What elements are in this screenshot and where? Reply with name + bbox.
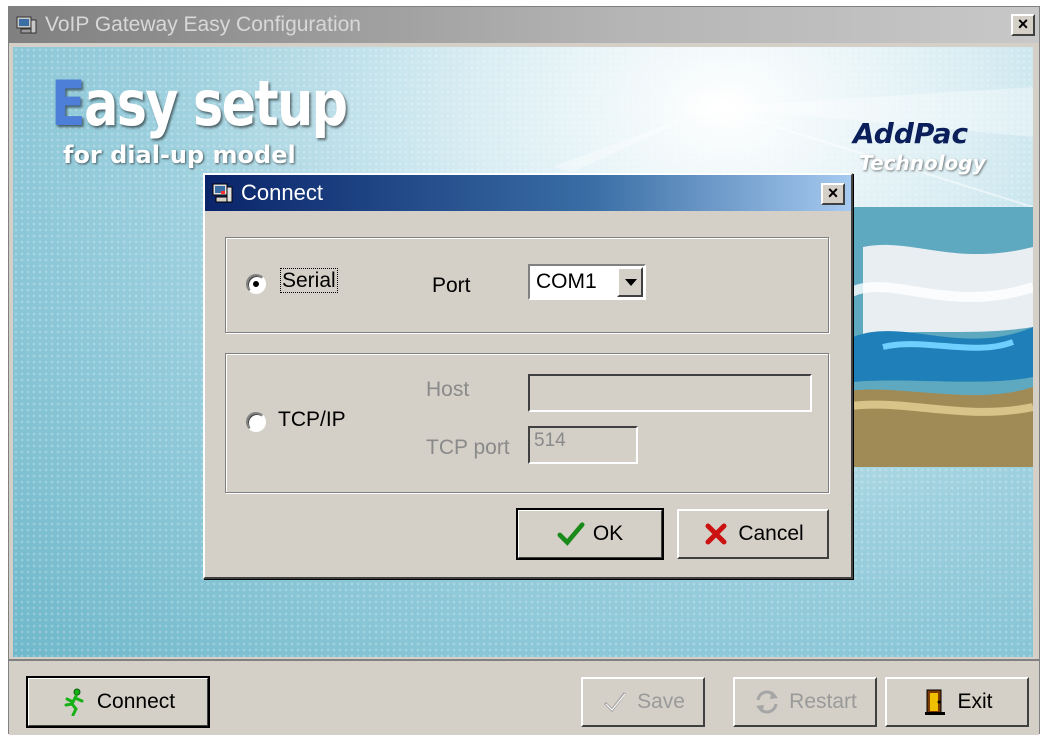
dialog-title-bar[interactable]: Connect × bbox=[205, 175, 851, 211]
app-computer-icon bbox=[15, 15, 37, 35]
serial-group: Serial Port COM1 bbox=[225, 237, 829, 333]
app-window: VoIP Gateway Easy Configuration × Easy s… bbox=[8, 6, 1040, 735]
tcp-port-field[interactable]: 514 bbox=[528, 426, 638, 464]
cancel-button[interactable]: Cancel bbox=[677, 509, 829, 559]
dial-up-model-caption: for dial-up model bbox=[63, 141, 296, 169]
host-label: Host bbox=[426, 378, 470, 401]
tcpip-label[interactable]: TCP/IP bbox=[278, 408, 346, 432]
easy-setup-logo: Easy setup bbox=[51, 67, 348, 140]
x-icon bbox=[702, 520, 730, 548]
dialog-close-button[interactable]: × bbox=[821, 183, 845, 205]
save-checkmark-icon bbox=[601, 688, 629, 716]
exit-button[interactable]: Exit bbox=[885, 677, 1029, 727]
restart-button[interactable]: Restart bbox=[733, 677, 877, 727]
addpac-logo: AddPac bbox=[853, 117, 969, 150]
running-man-icon bbox=[61, 688, 89, 716]
restart-arrows-icon bbox=[753, 688, 781, 716]
tcpip-group: TCP/IP Host TCP port 514 bbox=[225, 353, 829, 493]
cable-photo bbox=[843, 207, 1033, 467]
checkmark-icon bbox=[557, 520, 585, 548]
save-button[interactable]: Save bbox=[581, 677, 705, 727]
connect-button-label: Connect bbox=[96, 690, 176, 713]
exit-button-label: Exit bbox=[957, 690, 993, 713]
chevron-down-icon[interactable] bbox=[617, 267, 643, 297]
serial-label[interactable]: Serial bbox=[280, 268, 338, 293]
port-select[interactable]: COM1 bbox=[528, 264, 646, 300]
ok-button-label: OK bbox=[592, 522, 624, 545]
tcpip-radio[interactable] bbox=[246, 412, 266, 432]
window-title: VoIP Gateway Easy Configuration bbox=[45, 13, 361, 36]
host-field[interactable] bbox=[528, 374, 812, 412]
window-close-button[interactable]: × bbox=[1011, 14, 1035, 36]
ok-button[interactable]: OK bbox=[516, 508, 664, 560]
banner-glow bbox=[673, 87, 763, 127]
save-button-label: Save bbox=[637, 690, 685, 713]
serial-radio[interactable] bbox=[246, 274, 266, 294]
cancel-button-label: Cancel bbox=[738, 522, 804, 545]
connect-computer-icon bbox=[211, 182, 233, 204]
tcp-port-label: TCP port bbox=[426, 436, 510, 459]
bottom-toolbar: Connect Save Restart Exit bbox=[9, 659, 1039, 735]
connect-button[interactable]: Connect bbox=[26, 676, 210, 728]
exit-door-icon bbox=[921, 688, 949, 716]
port-select-value: COM1 bbox=[536, 270, 597, 293]
connect-dialog: Connect × Serial Port COM1 TCP/IP Host T… bbox=[203, 173, 853, 579]
port-label: Port bbox=[432, 274, 471, 297]
addpac-technology-caption: Technology bbox=[859, 151, 986, 175]
window-title-bar[interactable]: VoIP Gateway Easy Configuration × bbox=[9, 7, 1039, 43]
restart-button-label: Restart bbox=[789, 690, 857, 713]
dialog-title: Connect bbox=[241, 180, 323, 205]
